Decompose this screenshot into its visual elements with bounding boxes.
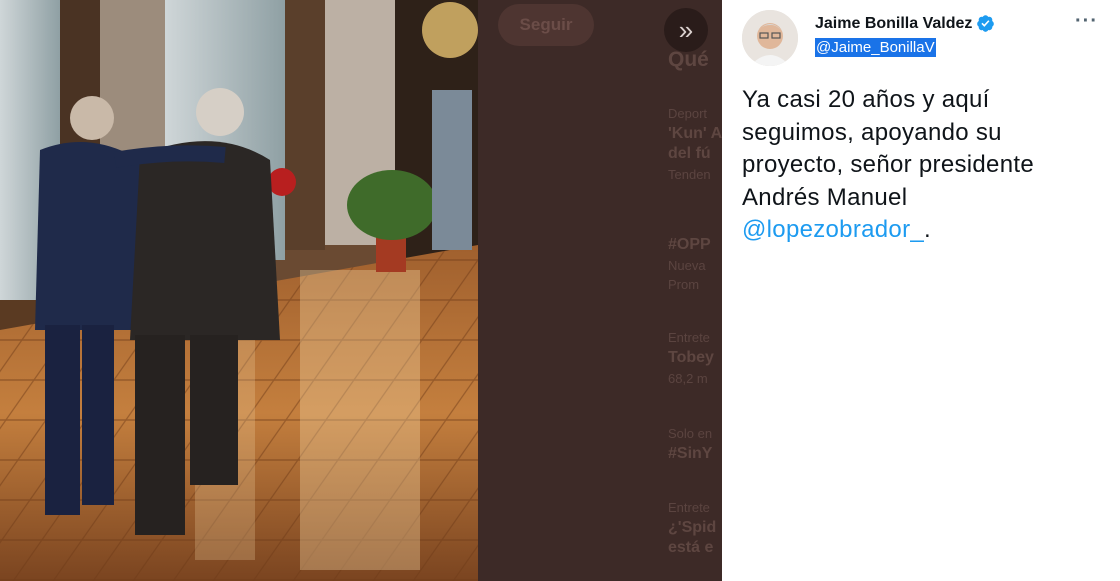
trend-title: #OPP — [668, 236, 711, 253]
double-chevron-right-icon[interactable]: » — [664, 8, 708, 52]
tweet-photo[interactable] — [0, 0, 478, 581]
tweet-text-body: Ya casi 20 años y aquí seguimos, apoyand… — [742, 86, 1034, 211]
trend-item[interactable]: Entrete Tobey 68,2 m — [668, 330, 714, 386]
verified-badge-icon — [977, 15, 995, 32]
trend-category: Entrete — [668, 330, 710, 345]
trend-meta: Nueva — [668, 258, 706, 273]
avatar-image — [742, 10, 798, 66]
trend-item[interactable]: Entrete ¿'Spid está e — [668, 500, 716, 557]
trend-item[interactable]: #OPP Nueva Prom — [668, 232, 711, 292]
trends-heading: Qué — [668, 48, 709, 71]
trend-title: Tobey — [668, 349, 714, 366]
trend-subtitle: del fú — [668, 145, 711, 162]
avatar[interactable] — [742, 10, 798, 66]
more-horizontal-icon[interactable]: ··· — [1075, 10, 1098, 33]
trend-category: Deport — [668, 106, 708, 121]
author-name[interactable]: Jaime Bonilla Valdez — [815, 15, 972, 33]
author-handle[interactable]: @Jaime_BonillaV — [815, 38, 936, 57]
trend-subtitle: está e — [668, 539, 714, 556]
tweet-text: Ya casi 20 años y aquí seguimos, apoyand… — [742, 84, 1062, 247]
trend-category: Solo en — [668, 426, 713, 441]
trend-title: #SinY — [668, 445, 713, 462]
tweet-text-end: . — [924, 216, 931, 243]
background-page: Seguir » Qué Deport 'Kun' A del fú Tende… — [478, 0, 722, 581]
trend-meta: Tenden — [668, 167, 711, 182]
photo-image — [0, 0, 478, 581]
trend-title: 'Kun' A — [668, 125, 722, 142]
trend-meta: Prom — [668, 277, 700, 292]
mention-link[interactable]: @lopezobrador_ — [742, 216, 924, 243]
tweet-panel: Jaime Bonilla Valdez @Jaime_BonillaV ···… — [722, 0, 1120, 581]
trend-meta: 68,2 m — [668, 371, 708, 386]
trend-title: ¿'Spid — [668, 519, 717, 536]
trend-category: Entrete — [668, 500, 710, 515]
author-row[interactable]: Jaime Bonilla Valdez — [815, 14, 995, 33]
trend-item[interactable]: Deport 'Kun' A del fú Tenden — [668, 106, 722, 182]
trend-item[interactable]: Solo en #SinY — [668, 426, 712, 463]
follow-button[interactable]: Seguir — [498, 4, 594, 46]
